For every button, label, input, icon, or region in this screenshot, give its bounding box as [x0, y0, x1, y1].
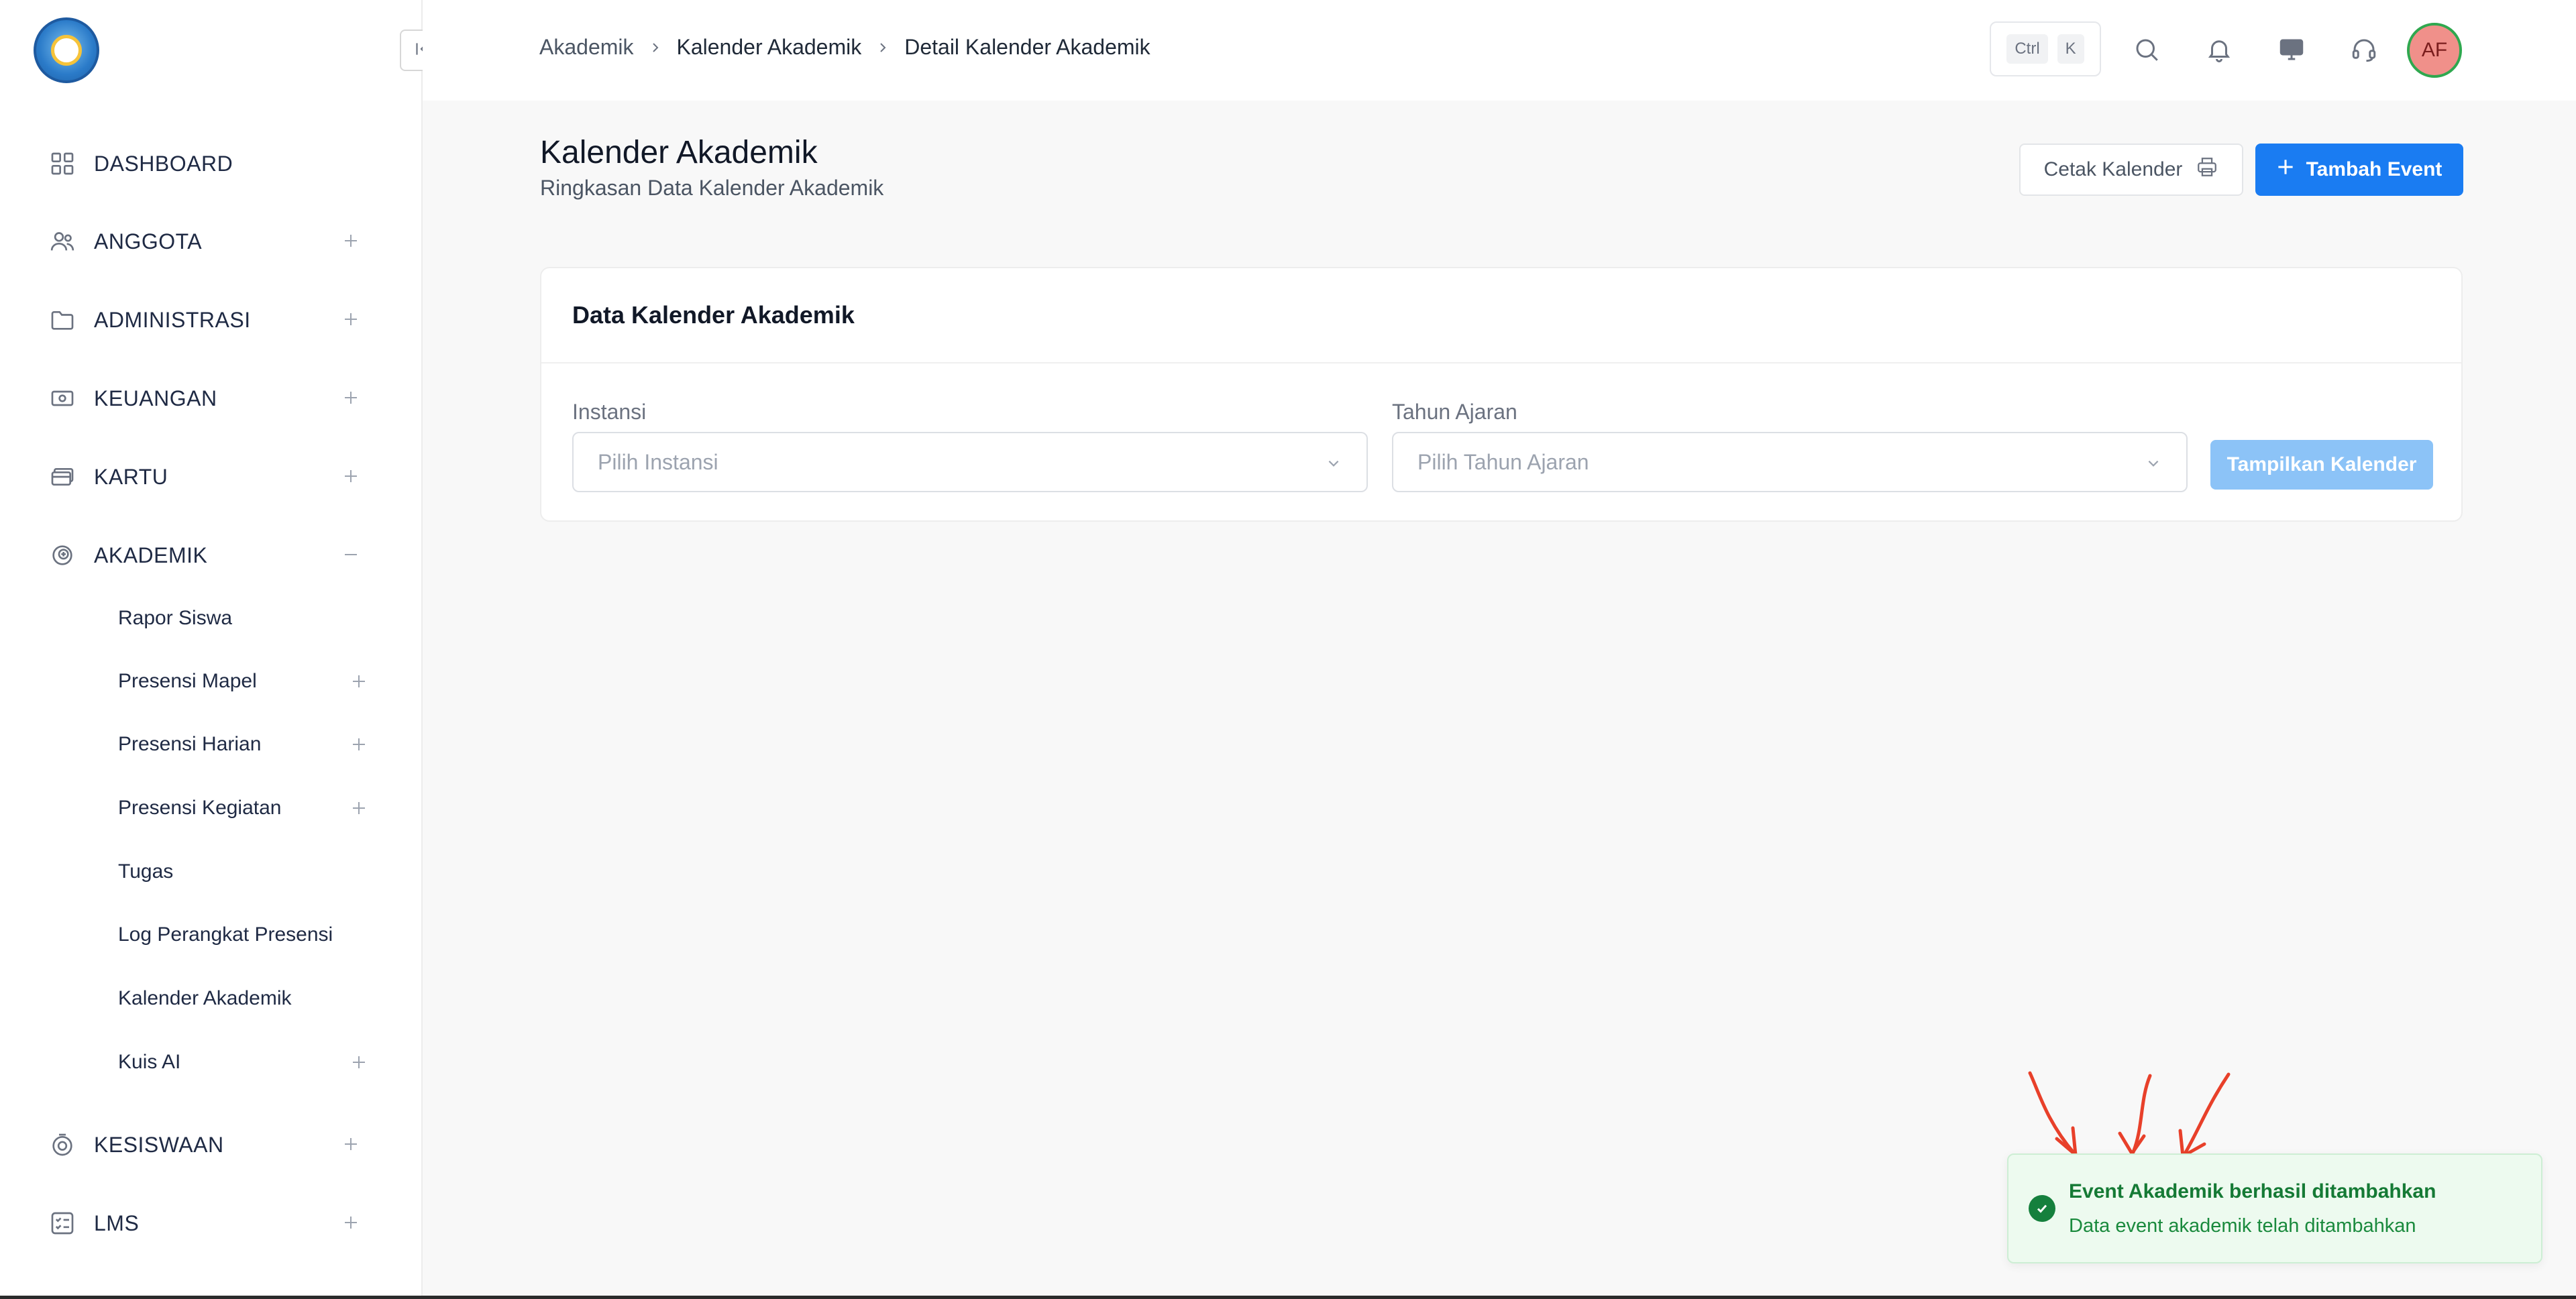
- sidebar-item-administrasi[interactable]: ADMINISTRASI: [47, 300, 369, 340]
- search-icon[interactable]: [2129, 32, 2164, 67]
- users-icon: [47, 226, 78, 257]
- student-icon: [47, 1129, 78, 1160]
- toast-description: Data event akademik telah ditambahkan: [2069, 1215, 2416, 1237]
- sidebar-item-label: LMS: [94, 1210, 140, 1235]
- breadcrumb-item[interactable]: Kalender Akademik: [677, 35, 862, 60]
- expand-plus-icon[interactable]: [349, 671, 369, 691]
- sidebar-subitem-label: Presensi Harian: [118, 733, 262, 755]
- sidebar-subitem-label: Kuis AI: [118, 1051, 181, 1073]
- instansi-placeholder: Pilih Instansi: [598, 449, 718, 474]
- sidebar-subitem-log-perangkat-presensi[interactable]: Log Perangkat Presensi: [118, 916, 373, 954]
- chevron-down-icon: [1325, 455, 1342, 472]
- sidebar-subitem-label: Tugas: [118, 860, 174, 883]
- sidebar-item-label: KEUANGAN: [94, 386, 217, 410]
- breadcrumb: Akademik Kalender Akademik Detail Kalend…: [539, 35, 1150, 60]
- card-title: Data Kalender Akademik: [541, 268, 2461, 363]
- academic-icon: [47, 540, 78, 571]
- chevron-right-icon: [649, 41, 662, 54]
- bell-icon[interactable]: [2202, 32, 2237, 67]
- sidebar-subitem-kuis-ai[interactable]: Kuis AI: [118, 1043, 373, 1081]
- sidebar-subitem-presensi-kegiatan[interactable]: Presensi Kegiatan: [118, 789, 373, 827]
- sidebar: DASHBOARD ANGGOTA ADMINISTRASI KEUANGAN: [0, 0, 423, 1299]
- sidebar-subitem-presensi-mapel[interactable]: Presensi Mapel: [118, 663, 373, 700]
- annotation-arrows: [2028, 1071, 2231, 1158]
- sidebar-item-akademik[interactable]: AKADEMIK: [47, 535, 369, 575]
- shortcut-key-k: K: [2057, 34, 2084, 64]
- sidebar-item-label: KESISWAAN: [94, 1132, 224, 1157]
- sidebar-item-dashboard[interactable]: DASHBOARD: [47, 144, 369, 184]
- sidebar-item-anggota[interactable]: ANGGOTA: [47, 221, 369, 262]
- tahun-ajaran-placeholder: Pilih Tahun Ajaran: [1417, 449, 1589, 474]
- expand-plus-icon[interactable]: [341, 1212, 361, 1233]
- expand-plus-icon[interactable]: [341, 388, 361, 408]
- sidebar-item-label: DASHBOARD: [94, 151, 233, 176]
- expand-plus-icon[interactable]: [349, 798, 369, 818]
- window-bottom-border: [0, 1296, 2576, 1299]
- instansi-select[interactable]: Pilih Instansi: [572, 432, 1368, 492]
- sidebar-subitem-label: Log Perangkat Presensi: [118, 923, 333, 946]
- sidebar-subitem-label: Presensi Mapel: [118, 670, 257, 692]
- show-calendar-button[interactable]: Tampilkan Kalender: [2210, 440, 2433, 490]
- sidebar-subitem-tugas[interactable]: Tugas: [118, 853, 373, 891]
- sidebar-item-label: AKADEMIK: [94, 543, 208, 567]
- page-title: Kalender Akademik: [540, 135, 818, 170]
- expand-plus-icon[interactable]: [349, 734, 369, 754]
- checklist-icon: [47, 1208, 78, 1239]
- expand-plus-icon[interactable]: [341, 466, 361, 486]
- print-calendar-button[interactable]: Cetak Kalender: [2019, 144, 2243, 196]
- shortcut-key-ctrl: Ctrl: [2006, 34, 2048, 64]
- expand-plus-icon[interactable]: [341, 1134, 361, 1154]
- sidebar-subitem-label: Kalender Akademik: [118, 987, 292, 1009]
- add-event-button[interactable]: Tambah Event: [2255, 144, 2463, 196]
- money-icon: [47, 383, 78, 414]
- calendar-filter-card: Data Kalender Akademik Instansi Pilih In…: [540, 267, 2463, 522]
- instansi-label: Instansi: [572, 400, 647, 424]
- print-calendar-label: Cetak Kalender: [2043, 158, 2183, 180]
- collapse-minus-icon[interactable]: [341, 545, 361, 565]
- breadcrumb-item[interactable]: Akademik: [539, 35, 634, 60]
- expand-plus-icon[interactable]: [341, 309, 361, 329]
- logo[interactable]: [34, 17, 99, 83]
- sidebar-item-label: ADMINISTRASI: [94, 307, 251, 332]
- card-icon: [47, 461, 78, 492]
- printer-icon: [2196, 156, 2218, 184]
- toast-title: Event Akademik berhasil ditambahkan: [2069, 1180, 2436, 1202]
- breadcrumb-item-current: Detail Kalender Akademik: [904, 35, 1150, 59]
- sidebar-subitem-kalender-akademik[interactable]: Kalender Akademik: [118, 980, 373, 1017]
- headset-icon[interactable]: [2347, 32, 2381, 67]
- sidebar-item-keuangan[interactable]: KEUANGAN: [47, 378, 369, 418]
- folder-icon: [47, 304, 78, 335]
- tahun-ajaran-label: Tahun Ajaran: [1392, 400, 1517, 424]
- chevron-right-icon: [876, 41, 890, 54]
- topbar: Akademik Kalender Akademik Detail Kalend…: [423, 0, 2576, 101]
- sidebar-subitem-rapor-siswa[interactable]: Rapor Siswa: [118, 600, 373, 637]
- sidebar-subitem-label: Rapor Siswa: [118, 607, 233, 629]
- expand-plus-icon[interactable]: [349, 1052, 369, 1072]
- grid-icon: [47, 148, 78, 179]
- sidebar-item-label: ANGGOTA: [94, 229, 203, 253]
- avatar[interactable]: AF: [2407, 23, 2462, 78]
- sidebar-item-lms[interactable]: LMS: [47, 1203, 369, 1243]
- page-subtitle: Ringkasan Data Kalender Akademik: [540, 176, 884, 200]
- command-shortcut-button[interactable]: Ctrl K: [1990, 21, 2101, 76]
- add-event-label: Tambah Event: [2306, 158, 2443, 180]
- sidebar-subitem-presensi-harian[interactable]: Presensi Harian: [118, 726, 373, 763]
- tahun-ajaran-select[interactable]: Pilih Tahun Ajaran: [1392, 432, 2188, 492]
- success-toast[interactable]: Event Akademik berhasil ditambahkan Data…: [2007, 1153, 2542, 1263]
- sidebar-subitem-label: Presensi Kegiatan: [118, 797, 282, 819]
- sidebar-item-kartu[interactable]: KARTU: [47, 457, 369, 497]
- plus-icon: [2277, 158, 2294, 181]
- sidebar-item-kesiswaan[interactable]: KESISWAAN: [47, 1125, 369, 1165]
- expand-plus-icon[interactable]: [341, 231, 361, 251]
- monitor-icon[interactable]: [2274, 32, 2309, 67]
- check-circle-icon: [2029, 1195, 2055, 1222]
- chevron-down-icon: [2145, 455, 2162, 472]
- sidebar-item-label: KARTU: [94, 464, 168, 489]
